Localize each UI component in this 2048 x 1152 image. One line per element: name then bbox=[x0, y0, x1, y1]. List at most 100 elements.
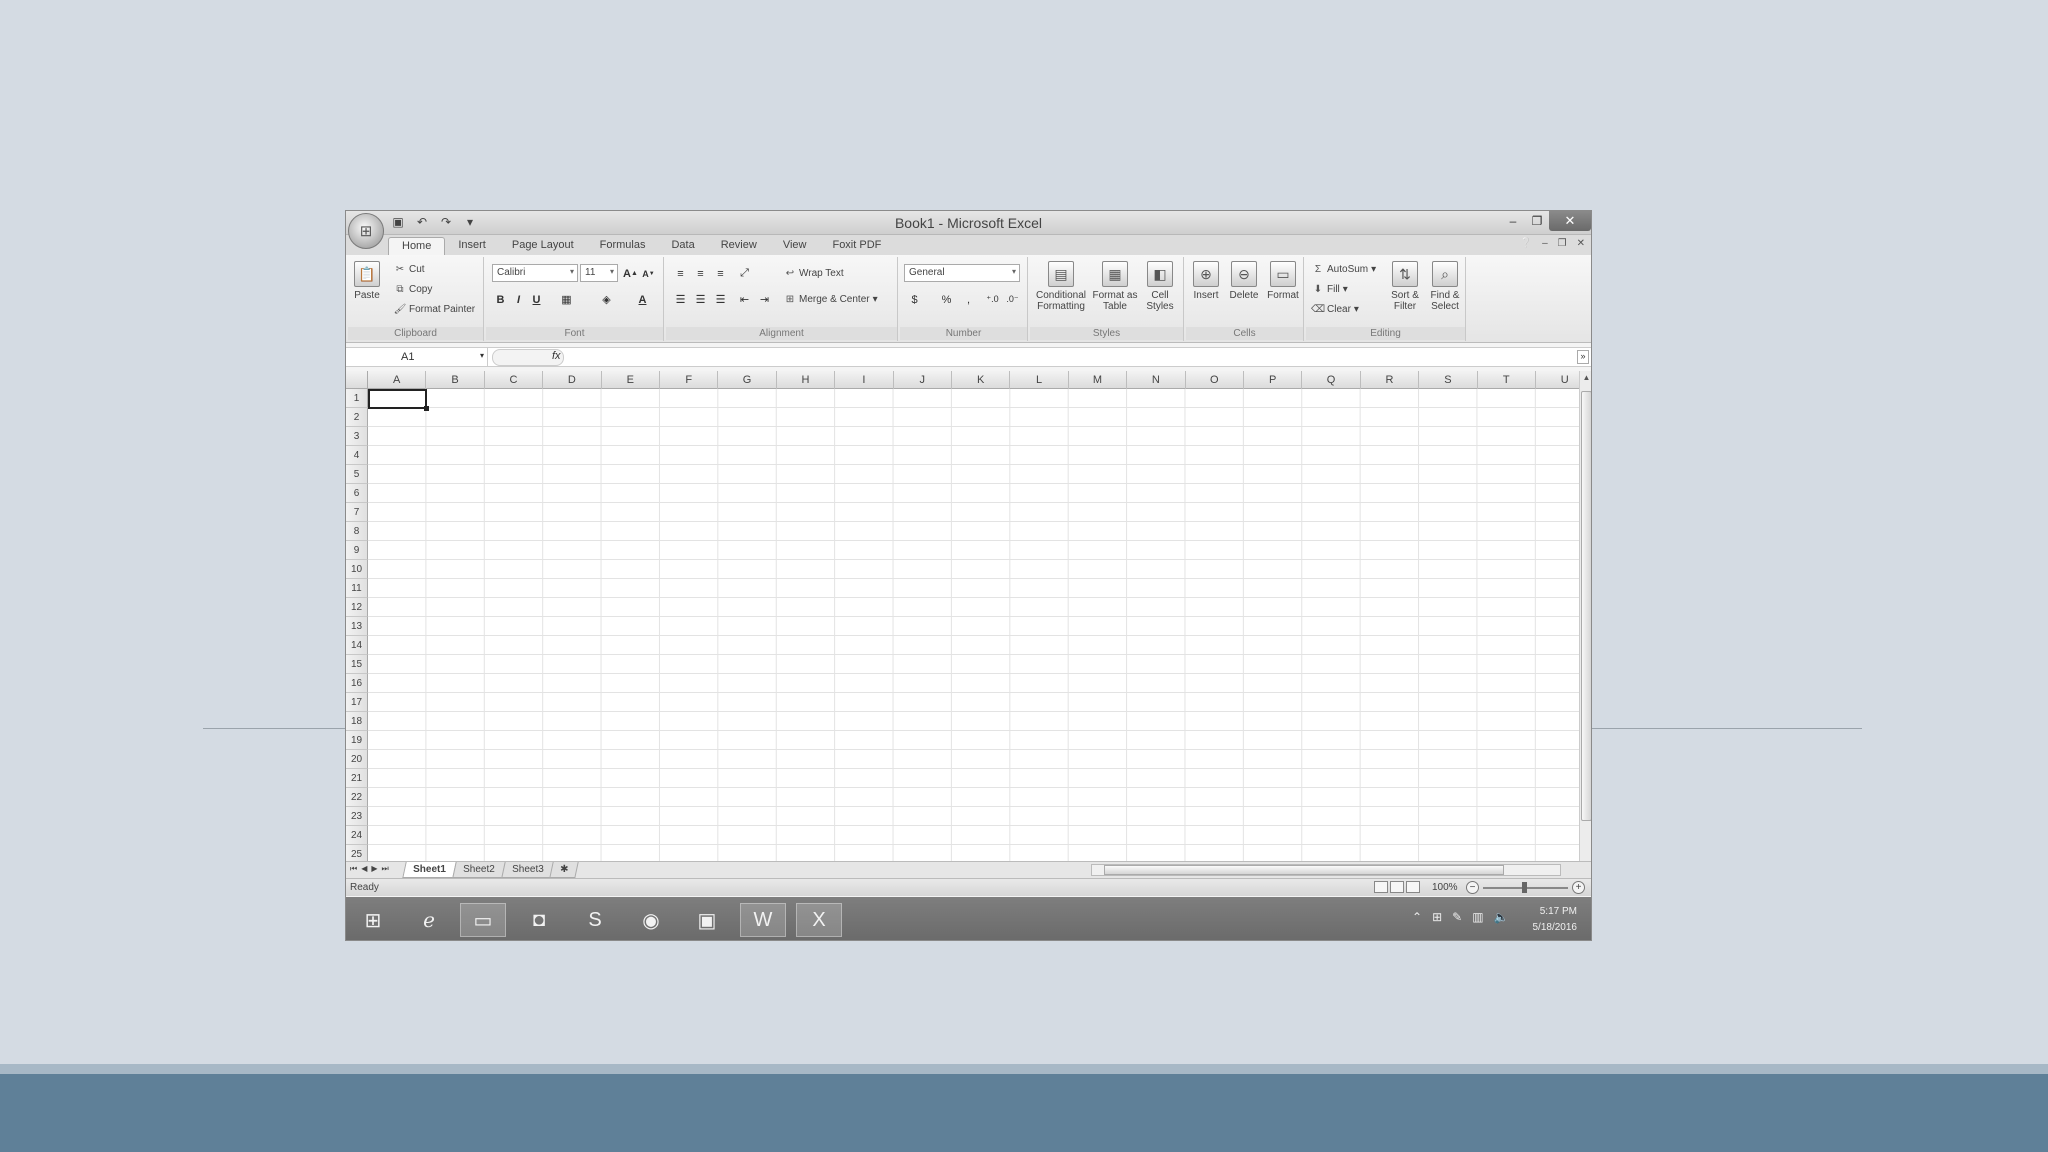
clear-button[interactable]: ⌫ Clear ▾ bbox=[1311, 303, 1359, 315]
scroll-up-icon[interactable]: ▲ bbox=[1580, 371, 1591, 385]
column-header[interactable]: H bbox=[777, 371, 836, 389]
row-header[interactable]: 5 bbox=[346, 465, 368, 484]
orientation-icon[interactable]: ⤢ bbox=[736, 265, 753, 282]
first-sheet-icon[interactable]: ⏮ bbox=[350, 864, 357, 874]
column-header[interactable]: K bbox=[952, 371, 1011, 389]
chrome-icon[interactable]: ◉ bbox=[628, 903, 674, 937]
number-format-select[interactable]: General bbox=[904, 264, 1020, 282]
format-as-table-button[interactable]: ▦ Format as Table bbox=[1092, 261, 1138, 312]
file-explorer-icon[interactable]: ▭ bbox=[460, 903, 506, 937]
page-layout-view-icon[interactable] bbox=[1390, 881, 1404, 893]
sort-filter-button[interactable]: ⇅ Sort & Filter bbox=[1386, 261, 1424, 312]
grow-font-icon[interactable]: A ▲ bbox=[622, 265, 639, 282]
row-header[interactable]: 15 bbox=[346, 655, 368, 674]
sheet-tab-sheet3[interactable]: Sheet3 bbox=[500, 862, 554, 878]
row-header[interactable]: 4 bbox=[346, 446, 368, 465]
tab-review[interactable]: Review bbox=[708, 237, 770, 255]
horizontal-scroll-thumb[interactable] bbox=[1104, 865, 1504, 875]
paste-button[interactable]: 📋 Paste bbox=[352, 261, 382, 301]
comma-style-icon[interactable]: , bbox=[960, 291, 977, 308]
row-header[interactable]: 2 bbox=[346, 408, 368, 427]
align-right-icon[interactable]: ☰ bbox=[712, 291, 729, 308]
column-header[interactable]: U bbox=[1536, 371, 1579, 389]
delete-cells-button[interactable]: ⊖ Delete bbox=[1226, 261, 1262, 301]
bold-icon[interactable]: B bbox=[492, 291, 509, 308]
underline-icon[interactable]: U bbox=[528, 291, 545, 308]
expand-formula-bar-icon[interactable]: » bbox=[1577, 350, 1589, 364]
decrease-indent-icon[interactable]: ⇤ bbox=[736, 291, 753, 308]
office-button[interactable]: ⊞ bbox=[348, 213, 384, 249]
column-header[interactable]: I bbox=[835, 371, 894, 389]
excel-icon[interactable]: X bbox=[796, 903, 842, 937]
insert-function-icon[interactable]: fx bbox=[552, 350, 561, 362]
column-header[interactable]: R bbox=[1361, 371, 1420, 389]
align-bottom-icon[interactable]: ≡ bbox=[712, 265, 729, 282]
cut-button[interactable]: ✂ Cut bbox=[394, 263, 425, 275]
fill-color-icon[interactable]: ◈ bbox=[598, 291, 615, 308]
vertical-scrollbar[interactable]: ▲ bbox=[1579, 371, 1591, 861]
row-header[interactable]: 16 bbox=[346, 674, 368, 693]
font-size-select[interactable]: 11 bbox=[580, 264, 618, 282]
store-icon[interactable]: ◘ bbox=[516, 903, 562, 937]
row-header[interactable]: 3 bbox=[346, 427, 368, 446]
align-center-icon[interactable]: ☰ bbox=[692, 291, 709, 308]
row-header[interactable]: 10 bbox=[346, 560, 368, 579]
column-header[interactable]: O bbox=[1186, 371, 1244, 389]
column-header[interactable]: C bbox=[485, 371, 544, 389]
increase-decimal-icon[interactable]: ⁺.0 bbox=[984, 291, 1001, 308]
fill-button[interactable]: ⬇ Fill ▾ bbox=[1312, 283, 1348, 295]
row-header[interactable]: 13 bbox=[346, 617, 368, 636]
cell-area[interactable] bbox=[368, 389, 1579, 861]
align-top-icon[interactable]: ≡ bbox=[672, 265, 689, 282]
pen-icon[interactable]: ✎ bbox=[1452, 910, 1462, 924]
conditional-formatting-button[interactable]: ▤ Conditional Formatting bbox=[1032, 261, 1090, 312]
font-family-select[interactable]: Calibri bbox=[492, 264, 578, 282]
column-header[interactable]: P bbox=[1244, 371, 1303, 389]
photos-icon[interactable]: ▣ bbox=[684, 903, 730, 937]
row-header[interactable]: 8 bbox=[346, 522, 368, 541]
row-header[interactable]: 18 bbox=[346, 712, 368, 731]
column-header[interactable]: F bbox=[660, 371, 719, 389]
select-all-corner[interactable] bbox=[346, 371, 368, 389]
cell-styles-button[interactable]: ◧ Cell Styles bbox=[1140, 261, 1180, 312]
workbook-restore-icon[interactable]: ❐ bbox=[1558, 238, 1567, 249]
active-cell-a1[interactable] bbox=[368, 389, 429, 411]
align-middle-icon[interactable]: ≡ bbox=[692, 265, 709, 282]
volume-icon[interactable]: 🔈 bbox=[1494, 910, 1509, 924]
last-sheet-icon[interactable]: ⏭ bbox=[382, 864, 389, 874]
increase-indent-icon[interactable]: ⇥ bbox=[756, 291, 773, 308]
find-select-button[interactable]: ⌕ Find & Select bbox=[1426, 261, 1464, 312]
percent-style-icon[interactable]: % bbox=[938, 291, 955, 308]
column-header[interactable]: L bbox=[1010, 371, 1069, 389]
name-box[interactable]: A1 bbox=[346, 348, 488, 367]
tab-data[interactable]: Data bbox=[658, 237, 707, 255]
format-cells-button[interactable]: ▭ Format bbox=[1264, 261, 1302, 301]
copy-button[interactable]: ⧉ Copy bbox=[394, 283, 432, 295]
column-header[interactable]: M bbox=[1069, 371, 1128, 389]
row-header[interactable]: 1 bbox=[346, 389, 368, 408]
row-header[interactable]: 17 bbox=[346, 693, 368, 712]
row-header[interactable]: 14 bbox=[346, 636, 368, 655]
row-header[interactable]: 12 bbox=[346, 598, 368, 617]
column-header[interactable]: Q bbox=[1302, 371, 1361, 389]
help-icon[interactable]: ❔ bbox=[1520, 238, 1532, 249]
wrap-text-button[interactable]: ↩ Wrap Text bbox=[784, 267, 844, 279]
insert-cells-button[interactable]: ⊕ Insert bbox=[1188, 261, 1224, 301]
next-sheet-icon[interactable]: ▶ bbox=[371, 864, 377, 874]
tab-formulas[interactable]: Formulas bbox=[587, 237, 659, 255]
row-header[interactable]: 25 bbox=[346, 845, 368, 861]
close-icon[interactable]: ✕ bbox=[1549, 211, 1591, 231]
column-header[interactable]: A bbox=[368, 371, 427, 389]
row-header[interactable]: 24 bbox=[346, 826, 368, 845]
zoom-slider-thumb[interactable] bbox=[1522, 882, 1527, 893]
font-color-icon[interactable]: A bbox=[634, 291, 651, 308]
column-header[interactable]: S bbox=[1419, 371, 1478, 389]
tab-foxit-pdf[interactable]: Foxit PDF bbox=[819, 237, 894, 255]
accounting-format-icon[interactable]: $ bbox=[906, 291, 923, 308]
skype-icon[interactable]: S bbox=[572, 903, 618, 937]
tab-page-layout[interactable]: Page Layout bbox=[499, 237, 587, 255]
column-header[interactable]: D bbox=[543, 371, 602, 389]
zoom-out-icon[interactable]: − bbox=[1466, 881, 1479, 894]
column-header[interactable]: E bbox=[602, 371, 660, 389]
vertical-scroll-thumb[interactable] bbox=[1581, 391, 1591, 821]
